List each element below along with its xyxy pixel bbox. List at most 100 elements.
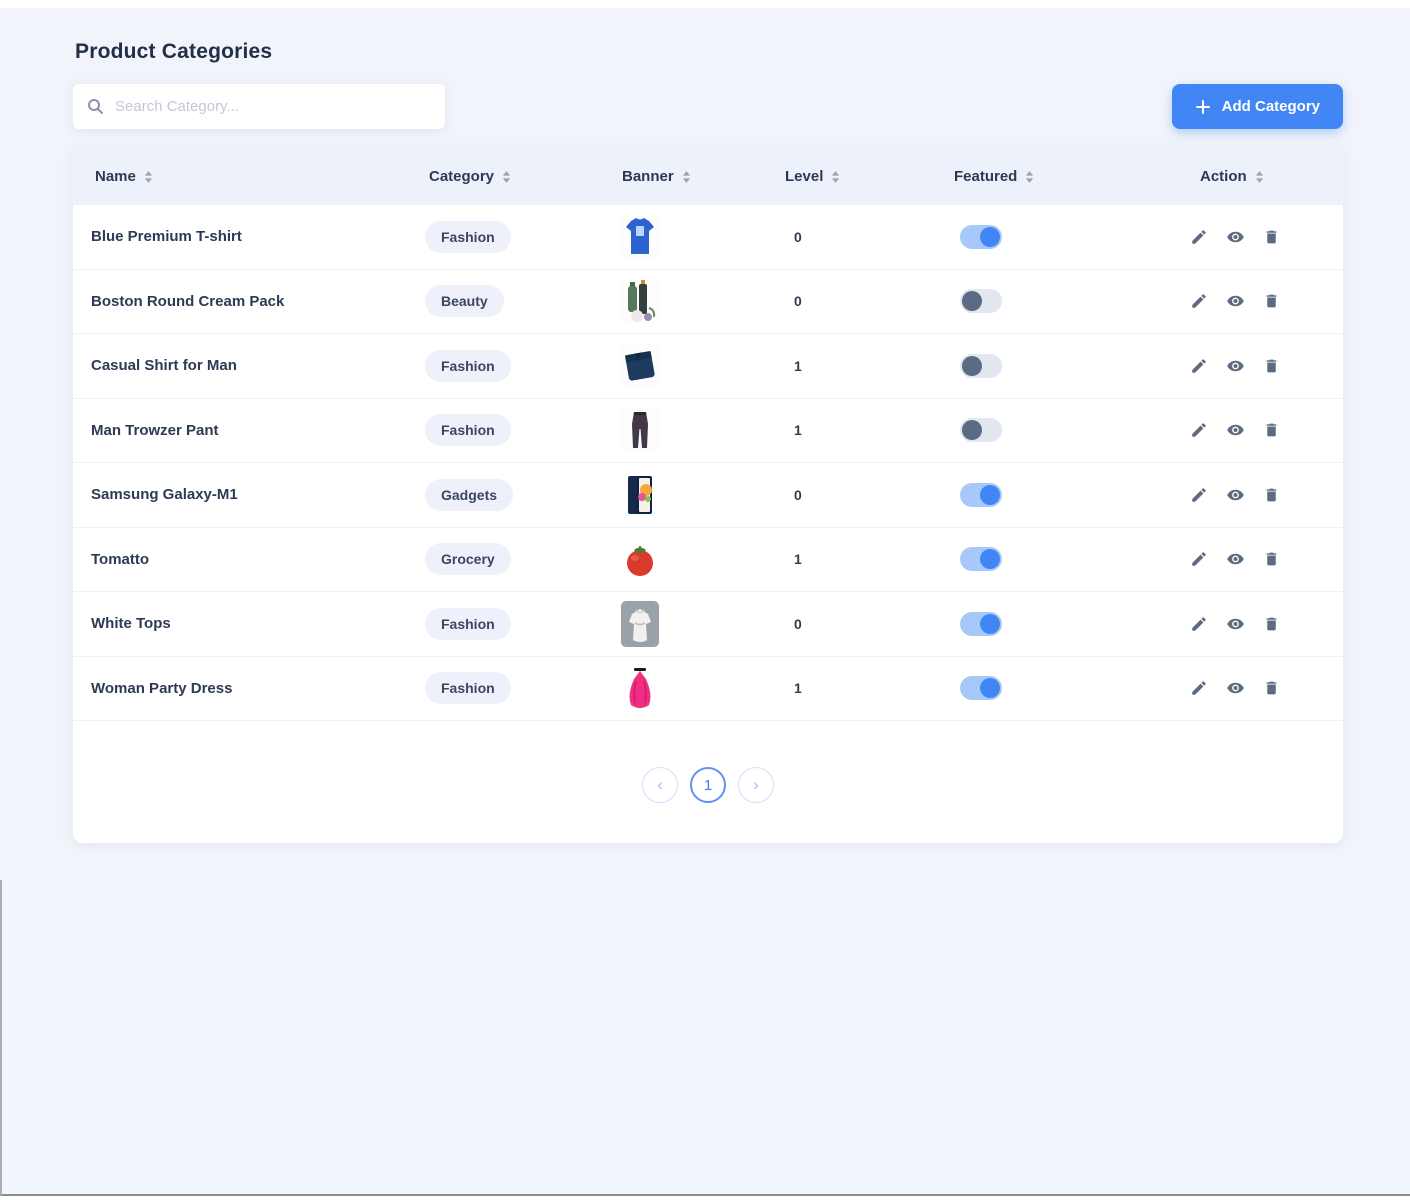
banner-image	[620, 536, 660, 582]
smartphone-banner-art	[620, 472, 660, 518]
category-name: Tomatto	[73, 551, 425, 568]
banner-cell	[620, 536, 780, 582]
eye-icon	[1225, 292, 1246, 310]
edit-button[interactable]	[1190, 550, 1208, 568]
add-category-button[interactable]: Add Category	[1172, 84, 1343, 129]
banner-image	[620, 343, 660, 389]
table-row: Casual Shirt for Man Fashion 1	[73, 334, 1343, 399]
featured-toggle[interactable]	[960, 483, 1002, 507]
category-cell: Grocery	[425, 543, 620, 575]
eye-icon	[1225, 615, 1246, 633]
sort-arrows-icon[interactable]	[682, 171, 691, 183]
pagination-page-1-button[interactable]: 1	[690, 767, 726, 803]
casual-shirt-banner-art	[620, 343, 660, 389]
view-button[interactable]	[1225, 292, 1246, 310]
level-value: 1	[780, 680, 940, 696]
delete-button[interactable]	[1263, 486, 1280, 504]
table-row: Samsung Galaxy-M1 Gadgets 0	[73, 463, 1343, 528]
level-value: 0	[780, 616, 940, 632]
banner-image	[620, 472, 660, 518]
actions-cell	[1180, 615, 1343, 633]
column-header-name[interactable]: Name	[73, 168, 425, 185]
delete-button[interactable]	[1263, 679, 1280, 697]
column-header-level[interactable]: Level	[780, 168, 940, 185]
view-button[interactable]	[1225, 615, 1246, 633]
column-header-action[interactable]: Action	[1180, 168, 1343, 185]
category-cell: Fashion	[425, 672, 620, 704]
category-chip: Fashion	[425, 414, 511, 446]
view-button[interactable]	[1225, 421, 1246, 439]
view-button[interactable]	[1225, 357, 1246, 375]
sort-arrows-icon[interactable]	[144, 171, 153, 183]
level-value: 1	[780, 358, 940, 374]
trash-icon	[1263, 228, 1280, 246]
actions-cell	[1180, 421, 1343, 439]
edit-button[interactable]	[1190, 228, 1208, 246]
view-button[interactable]	[1225, 550, 1246, 568]
search-box[interactable]	[73, 84, 445, 129]
table-row: Woman Party Dress Fashion 1	[73, 657, 1343, 722]
delete-button[interactable]	[1263, 228, 1280, 246]
toggle-knob	[980, 678, 1000, 698]
featured-toggle[interactable]	[960, 676, 1002, 700]
sort-arrows-icon[interactable]	[502, 171, 511, 183]
actions-cell	[1180, 486, 1343, 504]
column-label: Banner	[622, 168, 674, 185]
category-cell: Fashion	[425, 608, 620, 640]
view-button[interactable]	[1225, 679, 1246, 697]
banner-cell	[620, 407, 780, 453]
edit-button[interactable]	[1190, 679, 1208, 697]
category-cell: Fashion	[425, 350, 620, 382]
edit-button[interactable]	[1190, 615, 1208, 633]
trash-icon	[1263, 421, 1280, 439]
toolbar: Add Category	[73, 84, 1343, 129]
featured-toggle[interactable]	[960, 418, 1002, 442]
banner-image	[620, 214, 660, 260]
banner-image	[620, 407, 660, 453]
table-body: Blue Premium T-shirt Fashion 0	[73, 205, 1343, 721]
sort-arrows-icon[interactable]	[1025, 171, 1034, 183]
featured-toggle[interactable]	[960, 547, 1002, 571]
column-header-featured[interactable]: Featured	[940, 168, 1180, 185]
featured-toggle[interactable]	[960, 612, 1002, 636]
trash-icon	[1263, 679, 1280, 697]
level-value: 0	[780, 229, 940, 245]
cream-pack-banner-art	[620, 278, 660, 324]
search-input[interactable]	[113, 97, 431, 116]
edit-button[interactable]	[1190, 357, 1208, 375]
view-button[interactable]	[1225, 486, 1246, 504]
view-button[interactable]	[1225, 228, 1246, 246]
pagination-next-button[interactable]: ›	[738, 767, 774, 803]
edit-button[interactable]	[1190, 421, 1208, 439]
featured-toggle[interactable]	[960, 289, 1002, 313]
delete-button[interactable]	[1263, 292, 1280, 310]
category-name: White Tops	[73, 615, 425, 632]
sort-arrows-icon[interactable]	[1255, 171, 1264, 183]
trowzer-pant-banner-art	[620, 407, 660, 453]
pagination-prev-button[interactable]: ‹	[642, 767, 678, 803]
banner-image	[620, 601, 660, 647]
banner-cell	[620, 665, 780, 711]
category-chip: Fashion	[425, 350, 511, 382]
column-header-category[interactable]: Category	[425, 168, 620, 185]
delete-button[interactable]	[1263, 421, 1280, 439]
banner-cell	[620, 472, 780, 518]
delete-button[interactable]	[1263, 357, 1280, 375]
actions-cell	[1180, 292, 1343, 310]
sort-arrows-icon[interactable]	[831, 171, 840, 183]
blue-tshirt-banner-art	[620, 214, 660, 260]
column-header-banner[interactable]: Banner	[620, 168, 780, 185]
toggle-knob	[980, 227, 1000, 247]
eye-icon	[1225, 486, 1246, 504]
edit-button[interactable]	[1190, 292, 1208, 310]
featured-cell	[940, 483, 1180, 507]
edit-button[interactable]	[1190, 486, 1208, 504]
pencil-icon	[1190, 292, 1208, 310]
delete-button[interactable]	[1263, 550, 1280, 568]
featured-toggle[interactable]	[960, 225, 1002, 249]
featured-toggle[interactable]	[960, 354, 1002, 378]
banner-cell	[620, 214, 780, 260]
eye-icon	[1225, 679, 1246, 697]
categories-table-card: Name Category Banner Level Featured	[73, 148, 1343, 843]
delete-button[interactable]	[1263, 615, 1280, 633]
